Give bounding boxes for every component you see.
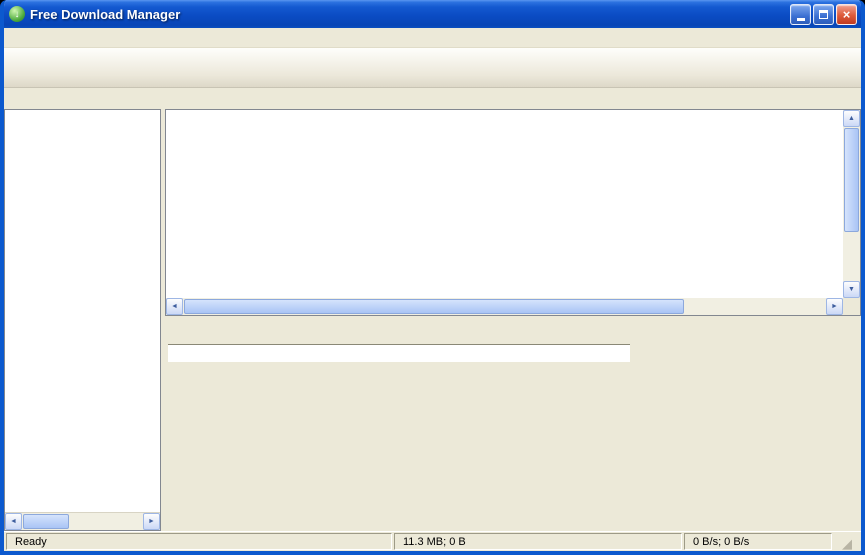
scroll-up-button[interactable]: ▲: [843, 110, 860, 127]
scroll-thumb[interactable]: [184, 299, 684, 314]
app-logo-icon: ↓: [9, 6, 25, 22]
menu-bar: [4, 28, 861, 48]
close-icon: ×: [843, 8, 851, 21]
scroll-right-button[interactable]: ►: [143, 513, 160, 530]
sidebar-horizontal-scrollbar[interactable]: ◄ ►: [5, 512, 160, 530]
window-title: Free Download Manager: [30, 7, 788, 22]
scroll-right-button[interactable]: ►: [826, 298, 843, 315]
log-table: [168, 344, 630, 362]
resize-grip[interactable]: ◢: [834, 533, 860, 550]
maximize-icon: [819, 10, 828, 19]
sidebar-tree: [5, 110, 160, 512]
horizontal-scrollbar[interactable]: ◄ ►: [166, 298, 843, 315]
minimize-button[interactable]: [790, 4, 811, 25]
scroll-thumb[interactable]: [844, 128, 859, 232]
tab-bar: [4, 88, 861, 109]
scroll-left-button[interactable]: ◄: [5, 513, 22, 530]
scroll-left-button[interactable]: ◄: [166, 298, 183, 315]
fdm-window: ↓ Free Download Manager × ◄ ► ▲: [0, 0, 865, 555]
minimize-icon: [797, 18, 805, 21]
maximize-button[interactable]: [813, 4, 834, 25]
scroll-down-button[interactable]: ▼: [843, 281, 860, 298]
downloads-table-header: [166, 110, 843, 128]
log-panel: [165, 316, 861, 531]
toolbar: [4, 48, 861, 88]
scrollbar-corner: [843, 298, 860, 315]
close-button[interactable]: ×: [836, 4, 857, 25]
status-bar: Ready 11.3 MB; 0 B 0 B/s; 0 B/s ◢: [4, 531, 861, 551]
vertical-scrollbar[interactable]: ▲ ▼: [843, 110, 860, 298]
scroll-thumb[interactable]: [23, 514, 69, 529]
bottom-tab-bar: [170, 323, 861, 344]
title-bar: ↓ Free Download Manager ×: [4, 0, 861, 28]
downloads-table: ▲ ▼ ◄ ►: [165, 109, 861, 316]
sidebar: ◄ ►: [4, 109, 161, 531]
downloads-table-rows: [166, 128, 843, 298]
status-size: 11.3 MB; 0 B: [394, 533, 682, 550]
log-table-header: [168, 345, 630, 362]
status-speed: 0 B/s; 0 B/s: [684, 533, 832, 550]
content-area: ▲ ▼ ◄ ►: [165, 109, 861, 531]
status-ready: Ready: [6, 533, 392, 550]
main-area: ◄ ► ▲ ▼ ◄ ►: [4, 109, 861, 531]
